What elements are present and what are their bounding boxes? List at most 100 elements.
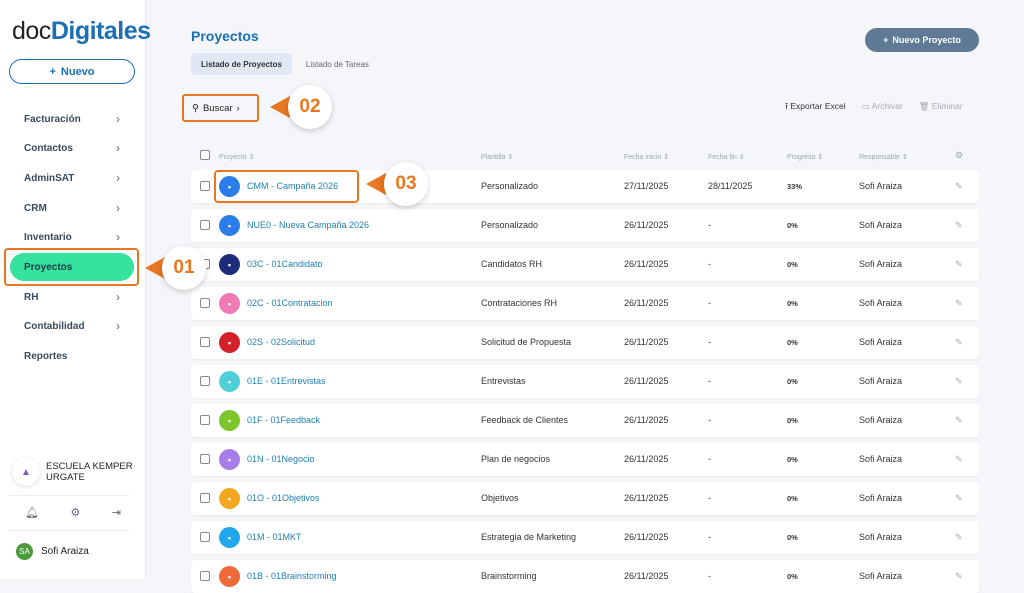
project-link[interactable]: 01N - 01Negocio bbox=[247, 454, 315, 464]
table-row[interactable]: ▪ 01E - 01Entrevistas Entrevistas 26/11/… bbox=[191, 365, 979, 398]
sidebar-item-inventario[interactable]: Inventario › bbox=[10, 223, 134, 251]
col-owner[interactable]: Responsable ⇕ bbox=[859, 153, 908, 161]
row-checkbox[interactable] bbox=[200, 298, 210, 308]
sidebar-item-crm[interactable]: CRM› bbox=[10, 194, 134, 222]
progress: 0% bbox=[787, 572, 798, 581]
gear-icon[interactable]: ⚙ bbox=[70, 506, 80, 519]
template: Brainstorming bbox=[481, 571, 537, 581]
new-button[interactable]: +Nuevo bbox=[9, 59, 135, 84]
col-start-date[interactable]: Fecha inicio ⇕ bbox=[624, 153, 669, 161]
end-date: - bbox=[708, 259, 711, 269]
edit-icon[interactable]: ✎ bbox=[955, 220, 963, 231]
logout-icon[interactable]: ⇥ bbox=[112, 506, 121, 519]
edit-icon[interactable]: ✎ bbox=[955, 415, 963, 426]
row-checkbox[interactable] bbox=[200, 220, 210, 230]
row-checkbox[interactable] bbox=[200, 337, 210, 347]
row-checkbox[interactable] bbox=[200, 532, 210, 542]
edit-icon[interactable]: ✎ bbox=[955, 259, 963, 270]
project-link[interactable]: 01F - 01Feedback bbox=[247, 415, 320, 425]
tab-project-list[interactable]: Listado de Proyectos bbox=[191, 53, 292, 75]
settings-icon[interactable]: ⚙ bbox=[955, 150, 963, 161]
edit-icon[interactable]: ✎ bbox=[955, 571, 963, 582]
project-link[interactable]: 01O - 01Objetivos bbox=[247, 493, 320, 503]
table-header: Proyecto ⇕ Plantilla ⇕ Fecha inicio ⇕ Fe… bbox=[191, 150, 979, 164]
start-date: 26/11/2025 bbox=[624, 220, 668, 230]
table-row[interactable]: ▪ 01B - 01Brainstorming Brainstorming 26… bbox=[191, 560, 979, 593]
project-link[interactable]: 01B - 01Brainstorming bbox=[247, 571, 337, 581]
chevron-right-icon: › bbox=[116, 171, 120, 185]
start-date: 26/11/2025 bbox=[624, 571, 668, 581]
progress: 0% bbox=[787, 299, 798, 308]
edit-icon[interactable]: ✎ bbox=[955, 337, 963, 348]
template: Feedback de Clientes bbox=[481, 415, 568, 425]
new-project-button[interactable]: +Nuevo Proyecto bbox=[865, 28, 979, 52]
table-row[interactable]: ▪ 03C - 01Candidato Candidatos RH 26/11/… bbox=[191, 248, 979, 281]
owner: Sofi Araiza bbox=[859, 337, 902, 347]
row-checkbox[interactable] bbox=[200, 376, 210, 386]
delete-button[interactable]: 🗑︎ Eliminar bbox=[919, 101, 963, 115]
tab-task-list[interactable]: Listado de Tareas bbox=[296, 53, 379, 75]
project-icon: ▪ bbox=[219, 566, 240, 587]
callout-02: 02 bbox=[288, 85, 332, 129]
project-icon: ▪ bbox=[219, 488, 240, 509]
project-link[interactable]: 01M - 01MKT bbox=[247, 532, 302, 542]
project-link[interactable]: 02C - 01Contratacion bbox=[247, 298, 333, 308]
template: Candidatos RH bbox=[481, 259, 542, 269]
table-row[interactable]: ▪ 02C - 01Contratacion Contrataciones RH… bbox=[191, 287, 979, 320]
organization[interactable]: ▲ESCUELA KEMPERURGATE bbox=[12, 458, 133, 486]
row-checkbox[interactable] bbox=[200, 571, 210, 581]
start-date: 26/11/2025 bbox=[624, 493, 668, 503]
search-icon: ⚲ bbox=[192, 103, 199, 114]
table-row[interactable]: ▪ 01F - 01Feedback Feedback de Clientes … bbox=[191, 404, 979, 437]
table-row[interactable]: ▪ 01M - 01MKT Estrategia de Marketing 26… bbox=[191, 521, 979, 554]
owner: Sofi Araiza bbox=[859, 376, 902, 386]
sidebar-item-contactos[interactable]: Contactos› bbox=[10, 134, 134, 162]
edit-icon[interactable]: ✎ bbox=[955, 532, 963, 543]
project-link[interactable]: NUE0 - Nueva Campaña 2026 bbox=[247, 220, 369, 230]
callout-03: 03 bbox=[384, 162, 428, 206]
template: Entrevistas bbox=[481, 376, 526, 386]
search-button[interactable]: ⚲Buscar› bbox=[182, 94, 259, 122]
edit-icon[interactable]: ✎ bbox=[955, 376, 963, 387]
project-link[interactable]: 01E - 01Entrevistas bbox=[247, 376, 326, 386]
table-row[interactable]: ▪ 01O - 01Objetivos Objetivos 26/11/2025… bbox=[191, 482, 979, 515]
end-date: - bbox=[708, 532, 711, 542]
edit-icon[interactable]: ✎ bbox=[955, 493, 963, 504]
project-icon: ▪ bbox=[219, 215, 240, 236]
owner: Sofi Araiza bbox=[859, 259, 902, 269]
col-project[interactable]: Proyecto ⇕ bbox=[219, 153, 254, 161]
project-link[interactable]: 03C - 01Candidato bbox=[247, 259, 323, 269]
archive-button[interactable]: ▭ Archivar bbox=[862, 101, 903, 115]
edit-icon[interactable]: ✎ bbox=[955, 181, 963, 192]
template: Estrategia de Marketing bbox=[481, 532, 576, 542]
sidebar-item-rh[interactable]: RH› bbox=[10, 283, 134, 311]
table-row[interactable]: ▪ NUE0 - Nueva Campaña 2026 Personalizad… bbox=[191, 209, 979, 242]
project-link[interactable]: 02S - 02Solicitud bbox=[247, 337, 315, 347]
user-profile[interactable]: SASofi Araiza bbox=[16, 543, 89, 560]
table-row[interactable]: ▪ 01N - 01Negocio Plan de negocios 26/11… bbox=[191, 443, 979, 476]
row-checkbox[interactable] bbox=[200, 493, 210, 503]
sidebar-item-facturación[interactable]: Facturación› bbox=[10, 105, 134, 133]
template: Personalizado bbox=[481, 181, 538, 191]
col-progress[interactable]: Progreso ⇕ bbox=[787, 153, 823, 161]
row-checkbox[interactable] bbox=[200, 415, 210, 425]
sidebar-item-contabilidad[interactable]: Contabilidad› bbox=[10, 312, 134, 340]
table-row[interactable]: ▪ 02S - 02Solicitud Solicitud de Propues… bbox=[191, 326, 979, 359]
row-checkbox[interactable] bbox=[200, 181, 210, 191]
col-template[interactable]: Plantilla ⇕ bbox=[481, 153, 513, 161]
export-excel-button[interactable]: ⭱ Exportar Excel bbox=[785, 101, 846, 115]
row-checkbox[interactable] bbox=[200, 454, 210, 464]
edit-icon[interactable]: ✎ bbox=[955, 298, 963, 309]
sidebar-item-label: Facturación bbox=[24, 114, 81, 125]
start-date: 26/11/2025 bbox=[624, 532, 668, 542]
bell-icon[interactable]: 🔔︎ bbox=[25, 506, 39, 519]
sidebar-item-adminsat[interactable]: AdminSAT› bbox=[10, 164, 134, 192]
callout-arrow bbox=[270, 96, 290, 118]
edit-icon[interactable]: ✎ bbox=[955, 454, 963, 465]
col-end-date[interactable]: Fecha fin ⇕ bbox=[708, 153, 745, 161]
chevron-right-icon: › bbox=[116, 319, 120, 333]
chevron-right-icon: › bbox=[116, 230, 120, 244]
select-all-checkbox[interactable] bbox=[200, 150, 210, 160]
sidebar-item-label: Inventario bbox=[24, 232, 72, 243]
sidebar-item-reportes[interactable]: Reportes bbox=[10, 342, 134, 370]
